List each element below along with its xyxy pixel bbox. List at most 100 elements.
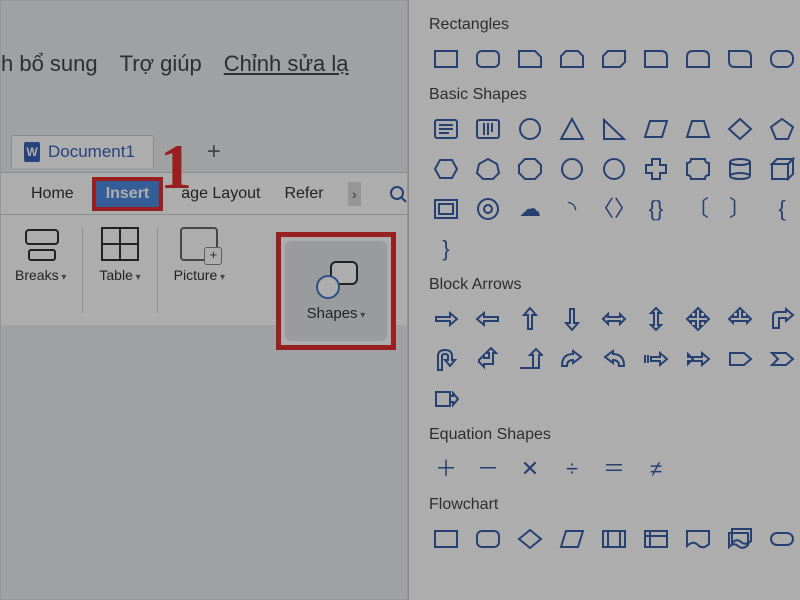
category-flowchart: Flowchart: [429, 496, 790, 514]
shapes-label: Shapes: [307, 305, 366, 322]
shape-plaque[interactable]: [681, 152, 715, 186]
shape-text-box-vert[interactable]: [471, 112, 505, 146]
shape-plus[interactable]: ＋: [429, 452, 463, 486]
table-icon: [101, 227, 139, 261]
shape-decagon[interactable]: [555, 152, 589, 186]
menu-edit[interactable]: Chỉnh sửa lạ: [224, 51, 349, 77]
shape-arrow-bent-up[interactable]: [513, 342, 547, 376]
shape-trapezoid[interactable]: [681, 112, 715, 146]
shape-arrow-bent-right[interactable]: [765, 302, 799, 336]
shape-cross[interactable]: [639, 152, 673, 186]
shape-dodecagon[interactable]: [597, 152, 631, 186]
shape-document[interactable]: [681, 522, 715, 556]
shape-process[interactable]: [429, 522, 463, 556]
shape-text-box[interactable]: [429, 112, 463, 146]
shape-round-all[interactable]: [765, 42, 799, 76]
shape-arrow-curved-left[interactable]: [597, 342, 631, 376]
shape-diamond[interactable]: [723, 112, 757, 146]
shape-equal[interactable]: ＝: [597, 452, 631, 486]
shape-arrow-notched[interactable]: [681, 342, 715, 376]
shape-right-triangle[interactable]: [597, 112, 631, 146]
shape-alt-process[interactable]: [471, 522, 505, 556]
shape-predefined[interactable]: [597, 522, 631, 556]
shape-arrow-left-right[interactable]: [597, 302, 631, 336]
shape-arrow-right[interactable]: [429, 302, 463, 336]
shape-cylinder[interactable]: [723, 152, 757, 186]
shape-multiply[interactable]: ✕: [513, 452, 547, 486]
shape-arrow-up[interactable]: [513, 302, 547, 336]
shape-internal-storage[interactable]: [639, 522, 673, 556]
shape-divide[interactable]: ÷: [555, 452, 589, 486]
shape-snip-diagonal-corners[interactable]: [597, 42, 631, 76]
shape-data[interactable]: [555, 522, 589, 556]
category-equation: Equation Shapes: [429, 426, 790, 444]
shape-arrow-triple[interactable]: [723, 302, 757, 336]
separator: [157, 227, 158, 313]
shape-arrow-left-up[interactable]: [471, 342, 505, 376]
shape-rectangle[interactable]: [429, 42, 463, 76]
picture-label: Picture: [174, 267, 225, 283]
shape-decision[interactable]: [513, 522, 547, 556]
shape-arrow-down[interactable]: [555, 302, 589, 336]
shape-triangle[interactable]: [555, 112, 589, 146]
shape-single-bracket-r[interactable]: 〕: [723, 192, 757, 226]
shape-double-brace[interactable]: {}: [639, 192, 673, 226]
shape-cloud[interactable]: ☁: [513, 192, 547, 226]
shape-arrow-quad[interactable]: [681, 302, 715, 336]
shapes-button[interactable]: Shapes: [285, 241, 387, 341]
shape-round-single-corner[interactable]: [639, 42, 673, 76]
document-tab[interactable]: W Document1: [11, 135, 154, 168]
shape-bevel[interactable]: [429, 192, 463, 226]
search-icon[interactable]: [389, 185, 407, 203]
shape-hexagon[interactable]: [429, 152, 463, 186]
shape-arrow-curved-right[interactable]: [555, 342, 589, 376]
picture-button[interactable]: Picture: [166, 223, 233, 287]
shape-cube[interactable]: [765, 152, 799, 186]
shape-arrow-pentagon[interactable]: [723, 342, 757, 376]
ribbon-more-button[interactable]: ›: [348, 182, 361, 206]
shape-parallelogram[interactable]: [639, 112, 673, 146]
ribbon-tab-home[interactable]: Home: [25, 181, 80, 207]
category-block-arrows: Block Arrows: [429, 276, 790, 294]
shape-arrow-striped[interactable]: [639, 342, 673, 376]
shape-round-diagonal[interactable]: [723, 42, 757, 76]
ribbon-tab-insert[interactable]: Insert: [96, 181, 160, 207]
separator: [82, 227, 83, 313]
shape-not-equal[interactable]: ≠: [639, 452, 673, 486]
grid-rectangles: [429, 42, 790, 76]
shape-arrow-up-down[interactable]: [639, 302, 673, 336]
menu-addins[interactable]: h bổ sung: [1, 51, 98, 77]
shape-multi-document[interactable]: [723, 522, 757, 556]
shape-donut[interactable]: [471, 192, 505, 226]
shape-arrow-u-turn[interactable]: [429, 342, 463, 376]
shape-minus[interactable]: －: [471, 452, 505, 486]
shape-oval[interactable]: [513, 112, 547, 146]
grid-basic-shapes: ☁◝〈〉{}〔〕{}: [429, 112, 790, 266]
shape-double-bracket[interactable]: 〈〉: [597, 192, 631, 226]
shape-single-bracket-l[interactable]: 〔: [681, 192, 715, 226]
shape-snip-top-corners[interactable]: [555, 42, 589, 76]
shape-snip-single-corner[interactable]: [513, 42, 547, 76]
menu-help[interactable]: Trợ giúp: [120, 51, 202, 77]
shape-terminator[interactable]: [765, 522, 799, 556]
shape-rounded-rectangle[interactable]: [471, 42, 505, 76]
shape-pentagon[interactable]: [765, 112, 799, 146]
shape-arrow-callout[interactable]: [429, 382, 463, 416]
annotation-box-1: Insert: [92, 177, 164, 211]
annotation-box-2: Shapes: [276, 232, 396, 350]
shape-arrow-chevron[interactable]: [765, 342, 799, 376]
table-button[interactable]: Table: [91, 223, 148, 287]
shape-arrow-left[interactable]: [471, 302, 505, 336]
shape-heptagon[interactable]: [471, 152, 505, 186]
breaks-label: Breaks: [15, 267, 66, 283]
ribbon-tab-references[interactable]: Refer: [278, 181, 329, 207]
shape-round-top-corners[interactable]: [681, 42, 715, 76]
breaks-button[interactable]: Breaks: [7, 223, 74, 287]
breaks-icon: [22, 227, 60, 261]
shape-arc[interactable]: ◝: [555, 192, 589, 226]
shape-octagon[interactable]: [513, 152, 547, 186]
shape-single-brace-l[interactable]: {: [765, 192, 799, 226]
shape-single-brace-r[interactable]: }: [429, 232, 463, 266]
category-basic-shapes: Basic Shapes: [429, 86, 790, 104]
new-tab-button[interactable]: +: [194, 131, 234, 172]
